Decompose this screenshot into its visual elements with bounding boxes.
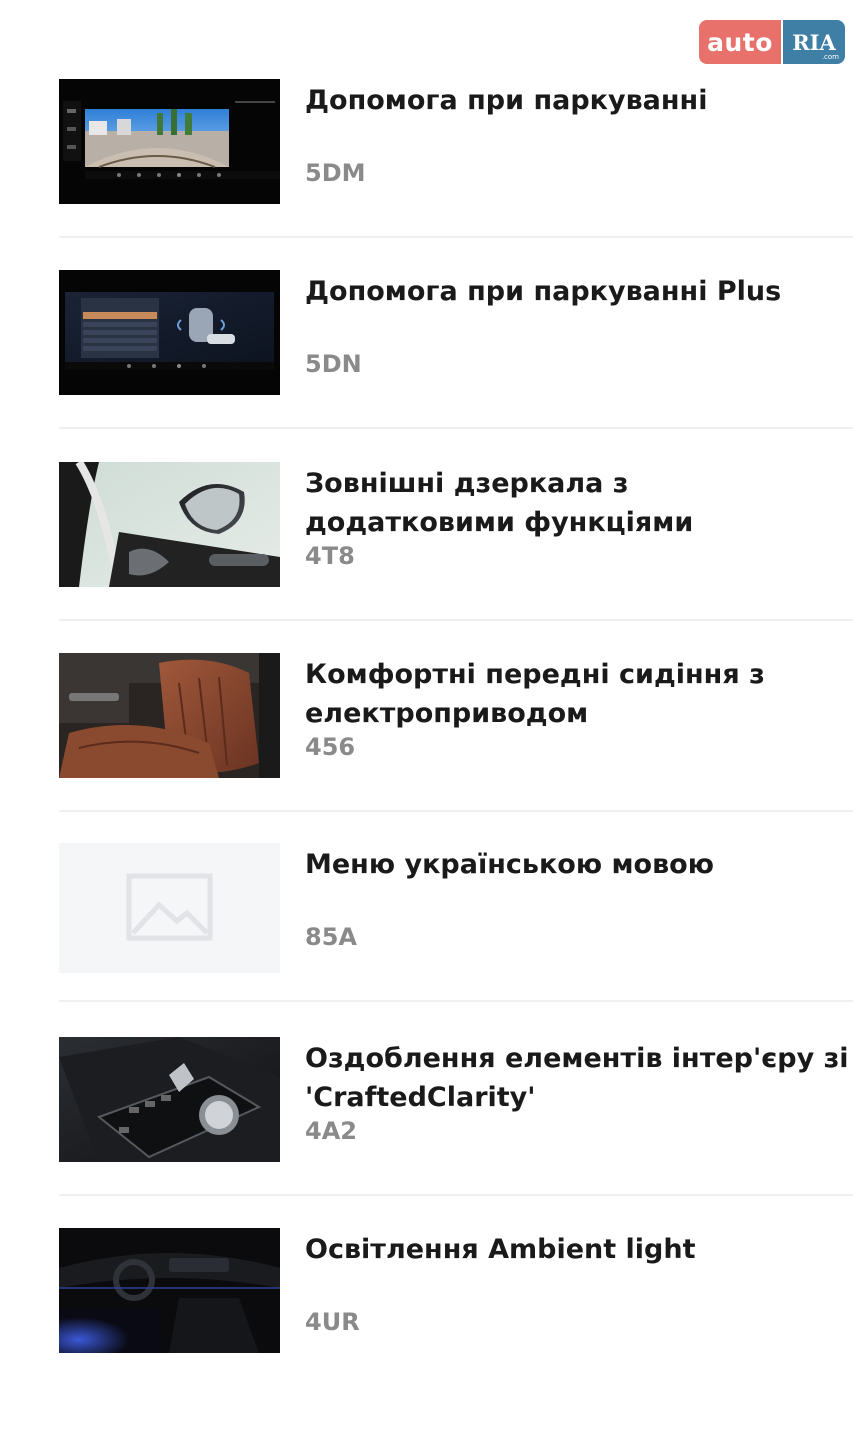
option-thumbnail xyxy=(59,462,280,587)
option-title: Допомога при паркуванні Plus xyxy=(305,272,853,311)
logo-com-text: .com xyxy=(821,53,839,61)
option-title: Допомога при паркуванні xyxy=(305,81,853,120)
option-title-line: Зовнішні дзеркала з xyxy=(305,468,629,499)
option-title-line: Меню українською мовою xyxy=(305,849,714,880)
option-thumbnail xyxy=(59,653,280,778)
option-title-line: Оздоблення елементів інтер'єру зі ск xyxy=(305,1043,853,1074)
option-thumbnail xyxy=(59,79,280,204)
logo-ria-part: RIA .com xyxy=(783,20,845,64)
option-item-ambient-light[interactable]: Освітлення Ambient light 4UR xyxy=(59,1228,853,1353)
option-code: 456 xyxy=(305,733,356,761)
option-title-line: Освітлення Ambient light xyxy=(305,1234,696,1265)
divider xyxy=(59,810,853,812)
option-title-line: Комфортні передні сидіння з xyxy=(305,659,765,690)
option-code: 5DM xyxy=(305,159,366,187)
option-item-crafted-clarity[interactable]: Оздоблення елементів інтер'єру зі ск 'Cr… xyxy=(59,1037,853,1196)
divider xyxy=(59,619,853,621)
option-title-line: додатковими функціями xyxy=(305,507,694,538)
option-title-line: Допомога при паркуванні xyxy=(305,85,708,116)
option-item-ukrainian-menu[interactable]: Меню українською мовою 85A xyxy=(59,843,853,1002)
image-placeholder-icon xyxy=(59,843,280,973)
logo-ria-text: RIA xyxy=(792,29,836,55)
option-thumbnail xyxy=(59,270,280,395)
divider xyxy=(59,236,853,238)
option-title: Освітлення Ambient light xyxy=(305,1230,853,1269)
divider xyxy=(59,1000,853,1002)
option-code: 85A xyxy=(305,923,357,951)
option-title: Комфортні передні сидіння з електроприво… xyxy=(305,655,853,733)
option-item-parking-assist[interactable]: Допомога при паркуванні 5DM xyxy=(59,79,853,238)
divider xyxy=(59,427,853,429)
autoria-logo[interactable]: auto RIA .com xyxy=(699,20,845,64)
option-item-exterior-mirrors[interactable]: Зовнішні дзеркала з додатковими функціям… xyxy=(59,462,853,621)
option-title-line: 'CraftedClarity' xyxy=(305,1082,536,1113)
option-item-parking-assist-plus[interactable]: Допомога при паркуванні Plus 5DN xyxy=(59,270,853,429)
option-code: 4UR xyxy=(305,1308,360,1336)
option-code: 4A2 xyxy=(305,1117,357,1145)
option-code: 5DN xyxy=(305,350,362,378)
logo-auto-part: auto xyxy=(699,20,781,64)
option-code: 4T8 xyxy=(305,542,355,570)
option-item-comfort-seats[interactable]: Комфортні передні сидіння з електроприво… xyxy=(59,653,853,812)
divider xyxy=(59,1194,853,1196)
option-thumbnail xyxy=(59,1228,280,1353)
option-title: Оздоблення елементів інтер'єру зі ск 'Cr… xyxy=(305,1039,853,1117)
option-title-line: Допомога при паркуванні Plus xyxy=(305,276,782,307)
option-title-line: електроприводом xyxy=(305,698,589,729)
option-title: Зовнішні дзеркала з додатковими функціям… xyxy=(305,464,853,542)
option-thumbnail xyxy=(59,1037,280,1162)
option-title: Меню українською мовою xyxy=(305,845,853,884)
